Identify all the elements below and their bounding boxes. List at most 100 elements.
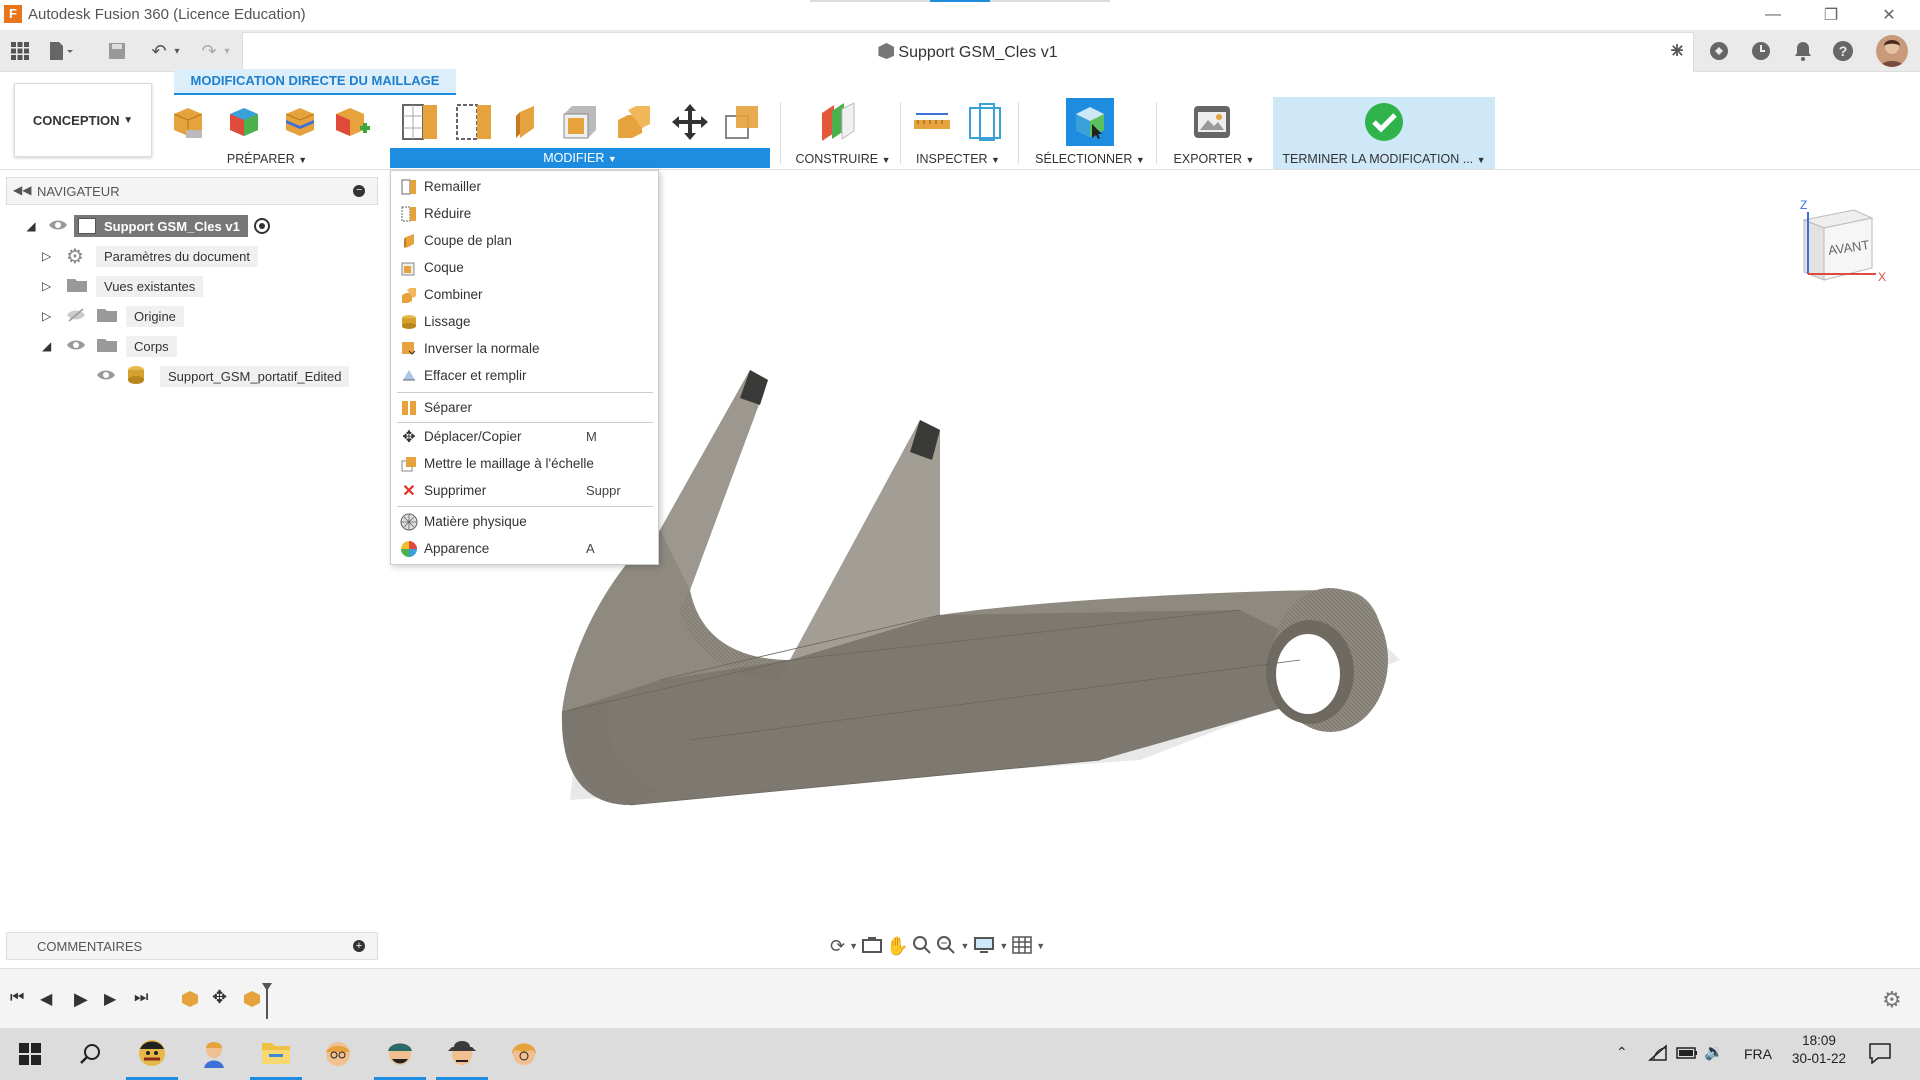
display-dropdown-icon[interactable]: ▼: [999, 941, 1008, 951]
new-tab-plus-icon[interactable]: +: [1664, 37, 1690, 64]
look-at-icon[interactable]: [862, 936, 883, 957]
display-settings-icon[interactable]: [973, 936, 995, 957]
menu-item-move-copy[interactable]: ✥ Déplacer/Copier M: [391, 423, 658, 450]
expand-triangle-icon[interactable]: ▷: [42, 279, 58, 293]
prepare-tool-insert-mesh-icon[interactable]: [166, 100, 210, 144]
data-panel-grid-icon[interactable]: [7, 38, 33, 64]
battery-icon[interactable]: [1676, 1046, 1698, 1063]
hidden-eye-icon[interactable]: [66, 307, 96, 325]
help-icon[interactable]: ?: [1830, 38, 1856, 64]
fit-icon[interactable]: [936, 935, 956, 958]
timeline-feature-mesh-icon[interactable]: [180, 989, 200, 1012]
export-tool-icon[interactable]: [1190, 100, 1234, 144]
inspect-tool-section-analysis-icon[interactable]: [964, 100, 1008, 144]
add-comment-icon[interactable]: +: [353, 940, 365, 952]
clock[interactable]: 18:09 30-01-22: [1786, 1033, 1852, 1066]
modify-tool-scale-mesh-icon[interactable]: [720, 100, 764, 144]
group-label-modify[interactable]: MODIFIER ▼: [390, 148, 770, 168]
visibility-eye-icon[interactable]: [48, 218, 74, 235]
undo-dropdown-icon[interactable]: ▾: [170, 38, 184, 64]
tree-item-named-views[interactable]: ▷ Vues existantes: [20, 273, 380, 299]
expand-triangle-icon[interactable]: ▷: [42, 309, 58, 323]
redo-icon[interactable]: ↷: [196, 38, 222, 64]
go-to-end-icon[interactable]: ⏭: [134, 989, 148, 1007]
windows-start-icon[interactable]: [4, 1028, 56, 1080]
taskbar-app-5-icon[interactable]: [374, 1028, 426, 1080]
prepare-tool-plane-cut-groups-icon[interactable]: [278, 100, 322, 144]
taskbar-app-1-icon[interactable]: [126, 1028, 178, 1080]
collapse-triangle-icon[interactable]: ◢: [42, 339, 58, 353]
volume-icon[interactable]: 🔉: [1704, 1042, 1724, 1062]
taskbar-app-7-icon[interactable]: [498, 1028, 550, 1080]
view-cube[interactable]: Z X AVANT: [1794, 198, 1890, 292]
tree-item-origin[interactable]: ▷ Origine: [20, 303, 380, 329]
menu-item-separate[interactable]: Séparer: [391, 394, 658, 421]
go-to-start-icon[interactable]: ⏮: [10, 989, 24, 1007]
prepare-tool-add-group-icon[interactable]: [330, 100, 374, 144]
zoom-icon[interactable]: [912, 935, 932, 958]
group-label-construct[interactable]: CONSTRUIRE ▼: [788, 150, 898, 168]
step-back-icon[interactable]: ◀: [40, 989, 52, 1009]
search-icon[interactable]: [64, 1028, 116, 1080]
modify-tool-move-copy-icon[interactable]: [668, 100, 712, 144]
step-forward-icon[interactable]: ▶: [104, 989, 116, 1009]
menu-item-shell[interactable]: Coque: [391, 254, 658, 281]
group-label-inspect[interactable]: INSPECTER ▼: [908, 150, 1008, 168]
prepare-tool-generate-groups-icon[interactable]: [222, 100, 266, 144]
action-center-notification-icon[interactable]: [1868, 1042, 1892, 1067]
expand-triangle-icon[interactable]: ▷: [42, 249, 58, 263]
inspect-tool-measure-icon[interactable]: [910, 100, 954, 144]
menu-item-smooth[interactable]: Lissage: [391, 308, 658, 335]
timeline-marker-icon[interactable]: [262, 983, 272, 1019]
taskbar-app-6-icon[interactable]: [436, 1028, 488, 1080]
menu-item-delete[interactable]: ✕ Supprimer Suppr: [391, 477, 658, 504]
menu-item-reverse-normal[interactable]: Inverser la normale: [391, 335, 658, 362]
play-icon[interactable]: ▶: [74, 989, 88, 1010]
notifications-bell-icon[interactable]: [1790, 38, 1816, 64]
group-label-export[interactable]: EXPORTER ▼: [1164, 150, 1264, 168]
navigator-pin-icon[interactable]: −: [353, 185, 365, 197]
timeline-feature-move-icon[interactable]: ✥: [212, 987, 227, 1008]
modify-tool-combine-icon[interactable]: [612, 100, 656, 144]
close-window-icon[interactable]: ✕: [1860, 0, 1918, 30]
activate-radio-icon[interactable]: [253, 218, 270, 234]
save-icon[interactable]: [104, 38, 130, 64]
group-label-finish[interactable]: TERMINER LA MODIFICATION ... ▼: [1278, 150, 1490, 168]
collapse-navigator-icon[interactable]: ◀◀: [13, 183, 31, 197]
tree-root[interactable]: ◢ Support GSM_Cles v1: [20, 213, 380, 239]
modify-tool-shell-icon[interactable]: [558, 100, 602, 144]
restore-icon[interactable]: ❐: [1802, 0, 1860, 30]
menu-item-combine[interactable]: Combiner: [391, 281, 658, 308]
pan-hand-icon[interactable]: ✋: [886, 936, 908, 957]
document-tab[interactable]: Support GSM_Cles v1 ✕: [242, 32, 1694, 72]
undo-icon[interactable]: ↶: [146, 38, 172, 64]
grid-dropdown-icon[interactable]: ▼: [1036, 941, 1045, 951]
orbit-dropdown-icon[interactable]: ▼: [849, 941, 858, 951]
modify-tool-remesh-icon[interactable]: [398, 100, 442, 144]
comments-panel-header[interactable]: COMMENTAIRES +: [6, 932, 378, 960]
tree-item-mesh-body[interactable]: Support_GSM_portatif_Edited: [20, 363, 380, 389]
language-indicator[interactable]: FRA: [1744, 1046, 1772, 1062]
menu-item-plane-cut[interactable]: Coupe de plan: [391, 227, 658, 254]
file-explorer-icon[interactable]: [250, 1028, 302, 1080]
group-label-select[interactable]: SÉLECTIONNER ▼: [1030, 150, 1150, 168]
menu-item-scale-mesh[interactable]: Mettre le maillage à l'échelle: [391, 450, 658, 477]
wifi-icon[interactable]: [1648, 1044, 1668, 1065]
orbit-icon[interactable]: ⟳: [830, 936, 845, 957]
timeline-feature-mesh2-icon[interactable]: [242, 989, 262, 1012]
file-menu-icon[interactable]: [48, 38, 74, 64]
finish-checkmark-icon[interactable]: [1362, 100, 1406, 144]
menu-item-remesh[interactable]: Remailler: [391, 173, 658, 200]
menu-item-physical-material[interactable]: Matière physique: [391, 508, 658, 535]
navigator-header[interactable]: ◀◀ NAVIGATEUR −: [6, 177, 378, 205]
taskbar-app-4-icon[interactable]: [312, 1028, 364, 1080]
menu-item-appearance[interactable]: Apparence A: [391, 535, 658, 562]
timeline-settings-gear-icon[interactable]: ⚙: [1882, 987, 1902, 1013]
modify-tool-reduce-icon[interactable]: [452, 100, 496, 144]
tab-mesh-direct-edit[interactable]: MODIFICATION DIRECTE DU MAILLAGE: [174, 69, 456, 95]
zoom-dropdown-icon[interactable]: ▼: [960, 941, 969, 951]
job-status-icon[interactable]: [1748, 38, 1774, 64]
select-tool-icon[interactable]: [1066, 98, 1114, 146]
tree-item-bodies[interactable]: ◢ Corps: [20, 333, 380, 359]
group-label-prepare[interactable]: PRÉPARER ▼: [222, 150, 312, 168]
